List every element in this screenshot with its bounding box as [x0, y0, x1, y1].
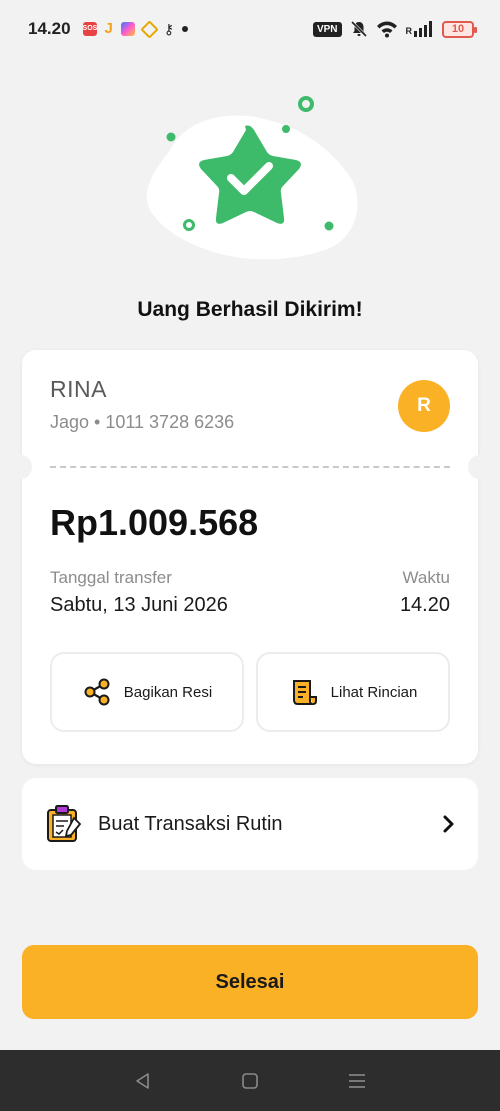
- view-details-label: Lihat Rincian: [330, 683, 418, 701]
- recipient-name: RINA: [50, 376, 107, 402]
- share-icon: [84, 678, 110, 706]
- wifi-icon: [376, 21, 397, 38]
- share-receipt-button[interactable]: Bagikan Resi: [50, 652, 244, 732]
- status-left: 14.20 SOS J ⚷: [28, 19, 189, 39]
- transfer-date-value: Sabtu, 13 Juni 2026: [50, 594, 228, 616]
- home-icon: [242, 1072, 258, 1089]
- bell-muted-icon: [350, 20, 367, 38]
- success-title: Uang Berhasil Dikirim!: [137, 298, 363, 321]
- success-illustration: [130, 90, 370, 280]
- nav-home-button[interactable]: [230, 1061, 270, 1101]
- transfer-amount: Rp1.009.568: [50, 502, 259, 543]
- signal-icon: [414, 21, 432, 37]
- system-nav-bar: [0, 1050, 500, 1111]
- network-label: R: [405, 26, 413, 36]
- vpn-badge: VPN: [312, 21, 342, 37]
- recipient-account: Jago • 1011 3728 6236: [50, 412, 235, 432]
- receipt-card: RINA Jago • 1011 3728 6236 R Rp1.009.568…: [10, 350, 490, 764]
- clipboard-icon: [47, 805, 82, 842]
- ticket-divider: [50, 466, 450, 468]
- battery-indicator: 10: [442, 20, 477, 38]
- avatar: R: [398, 380, 450, 432]
- sos-app-icon: SOS: [82, 22, 97, 36]
- transfer-date-label: Tanggal transfer: [50, 568, 172, 587]
- receipt-icon: [292, 680, 317, 705]
- transfer-time-label: Waktu: [402, 568, 450, 587]
- share-receipt-label: Bagikan Resi: [123, 683, 213, 701]
- nav-back-button[interactable]: [123, 1061, 163, 1101]
- star-check-icon: [146, 96, 358, 260]
- view-details-button[interactable]: Lihat Rincian: [256, 652, 450, 732]
- binance-icon: [140, 19, 159, 39]
- menu-icon: [348, 1073, 365, 1088]
- multi-app-icon: [120, 22, 135, 36]
- nav-menu-button[interactable]: [337, 1061, 377, 1101]
- chevron-right-icon: [443, 815, 454, 833]
- back-icon: [136, 1072, 150, 1089]
- done-button[interactable]: Selesai: [22, 945, 478, 1019]
- ticket-notch-left: [10, 455, 32, 479]
- status-right: VPN R 10: [312, 20, 477, 38]
- create-routine-transaction-row[interactable]: Buat Transaksi Rutin: [22, 778, 478, 870]
- status-time: 14.20: [28, 19, 71, 38]
- transfer-time-value: 14.20: [399, 594, 450, 616]
- jago-app-icon: J: [104, 20, 113, 37]
- ticket-notch-right: [468, 455, 490, 479]
- routine-transaction-label: Buat Transaksi Rutin: [98, 812, 283, 835]
- more-notifications-dot: [182, 26, 189, 32]
- key-icon: ⚷: [163, 21, 175, 37]
- status-bar: 14.20 SOS J ⚷ VPN R 10: [0, 0, 500, 58]
